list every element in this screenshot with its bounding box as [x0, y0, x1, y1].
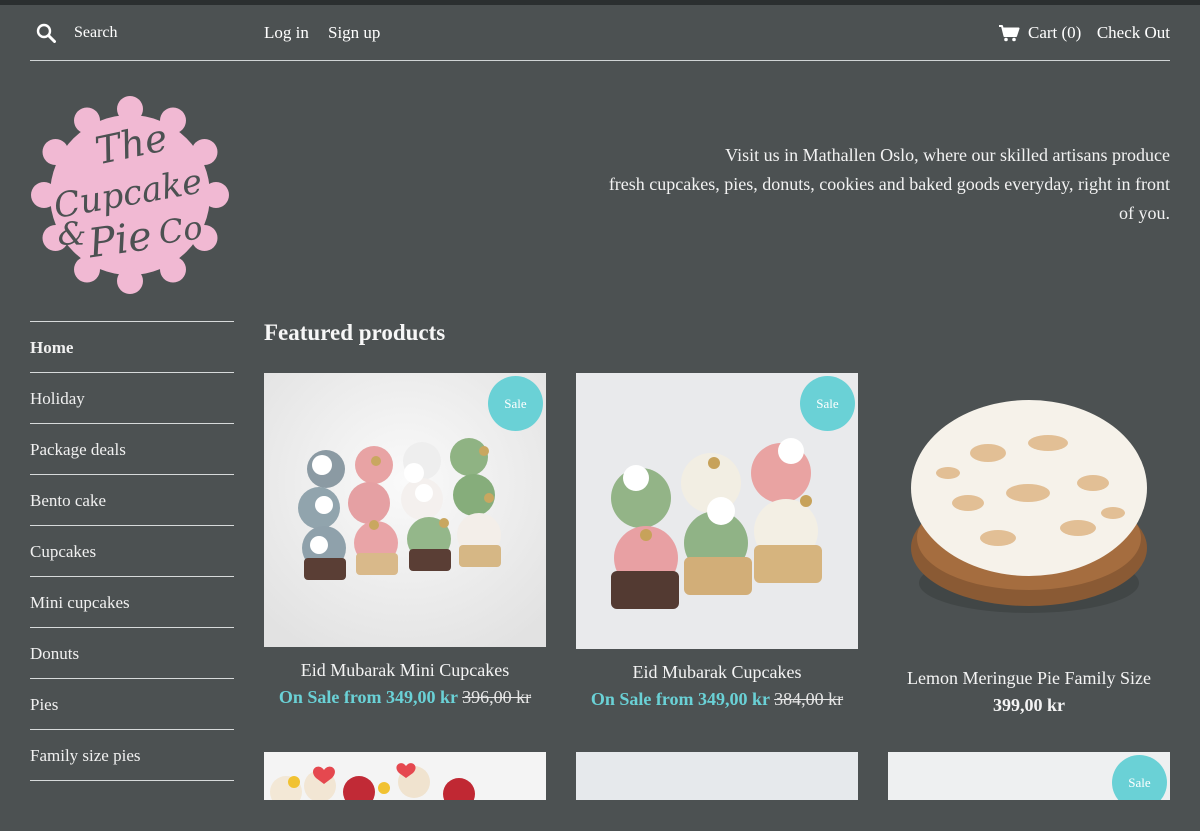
product-image[interactable]: Sale [576, 373, 858, 649]
nav-item-cupcakes[interactable]: Cupcakes [30, 525, 234, 576]
original-price: 396,00 kr [462, 687, 532, 707]
product-title[interactable]: Eid Mubarak Cupcakes [576, 662, 858, 683]
product-image[interactable]: Sale [888, 752, 1170, 800]
product-image[interactable]: Sale [264, 373, 546, 647]
product-card[interactable] [264, 752, 546, 800]
login-link[interactable]: Log in [264, 23, 309, 43]
product-card[interactable] [576, 752, 858, 800]
product-card[interactable]: Sale Eid Mubarak Mini Cupcakes On Sale f… [264, 373, 546, 708]
section-title: Featured products [264, 320, 446, 345]
product-card[interactable]: Sale [888, 752, 1170, 800]
tagline-line: Visit us in Mathallen Oslo, where our sk… [725, 145, 1170, 165]
nav-item-more[interactable] [30, 780, 234, 831]
store-tagline: Visit us in Mathallen Oslo, where our sk… [590, 141, 1170, 228]
sale-price: On Sale from 349,00 kr [278, 687, 458, 707]
cupcakes-photo [264, 752, 546, 800]
sidebar-nav: Home Holiday Package deals Bento cake Cu… [30, 321, 234, 831]
checkout-link[interactable]: Check Out [1097, 23, 1170, 43]
product-image[interactable] [888, 373, 1170, 655]
product-title[interactable]: Lemon Meringue Pie Family Size [888, 668, 1170, 689]
tagline-line: fresh cupcakes, pies, donuts, cookies an… [608, 174, 1170, 194]
product-price: On Sale from 349,00 kr 384,00 kr [576, 689, 858, 710]
product-card[interactable]: Sale Eid Mubarak Cupcakes On Sale from 3… [576, 373, 858, 710]
nav-item-pies[interactable]: Pies [30, 678, 234, 729]
nav-item-package-deals[interactable]: Package deals [30, 423, 234, 474]
product-price: 399,00 kr [993, 695, 1065, 715]
sale-price: On Sale from 349,00 kr [590, 689, 770, 709]
search-icon[interactable] [36, 23, 56, 43]
tagline-line: of you. [1119, 203, 1170, 223]
site-header: Log in Sign up Cart (0) Check Out [30, 5, 1170, 61]
search-input[interactable] [74, 21, 254, 45]
nav-item-donuts[interactable]: Donuts [30, 627, 234, 678]
nav-item-bento-cake[interactable]: Bento cake [30, 474, 234, 525]
product-price: On Sale from 349,00 kr 396,00 kr [264, 687, 546, 708]
logo-co: Co [156, 208, 205, 252]
sale-badge: Sale [488, 376, 543, 431]
logo-ampersand: & [58, 215, 86, 253]
cart-link[interactable]: Cart (0) [1028, 23, 1081, 43]
sale-badge: Sale [800, 376, 855, 431]
pie-photo [911, 400, 1147, 613]
nav-item-home[interactable]: Home [30, 321, 234, 372]
nav-item-family-size-pies[interactable]: Family size pies [30, 729, 234, 780]
store-logo[interactable]: The Cupcake & Pie Co [30, 95, 230, 295]
product-image[interactable] [264, 752, 546, 800]
product-card[interactable]: Lemon Meringue Pie Family Size 399,00 kr [888, 373, 1170, 716]
product-image[interactable] [576, 752, 858, 800]
sale-badge: Sale [1112, 755, 1167, 800]
nav-item-mini-cupcakes[interactable]: Mini cupcakes [30, 576, 234, 627]
original-price: 384,00 kr [774, 689, 844, 709]
signup-link[interactable]: Sign up [328, 23, 380, 43]
logo-pie: Pie [85, 213, 155, 268]
nav-item-holiday[interactable]: Holiday [30, 372, 234, 423]
cart-icon[interactable] [998, 24, 1020, 42]
product-title[interactable]: Eid Mubarak Mini Cupcakes [264, 660, 546, 681]
